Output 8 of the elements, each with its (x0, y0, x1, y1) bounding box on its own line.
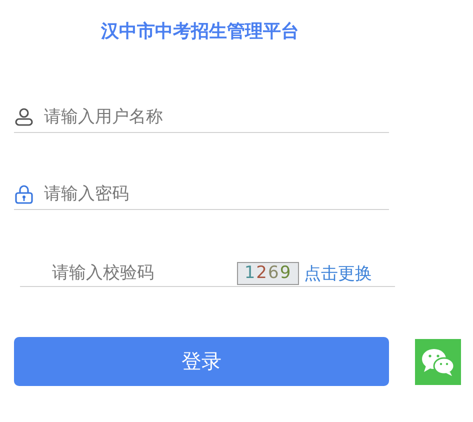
wechat-button[interactable] (415, 338, 461, 384)
chat-bubbles-icon (421, 346, 455, 376)
login-button[interactable]: 登录 (14, 337, 389, 386)
page-title: 汉中市中考招生管理平台 (100, 20, 300, 44)
user-icon (14, 107, 34, 127)
lock-icon (14, 184, 34, 204)
captcha-image[interactable]: 1269 (237, 262, 299, 284)
refresh-link[interactable]: 点击更换 (304, 262, 372, 284)
